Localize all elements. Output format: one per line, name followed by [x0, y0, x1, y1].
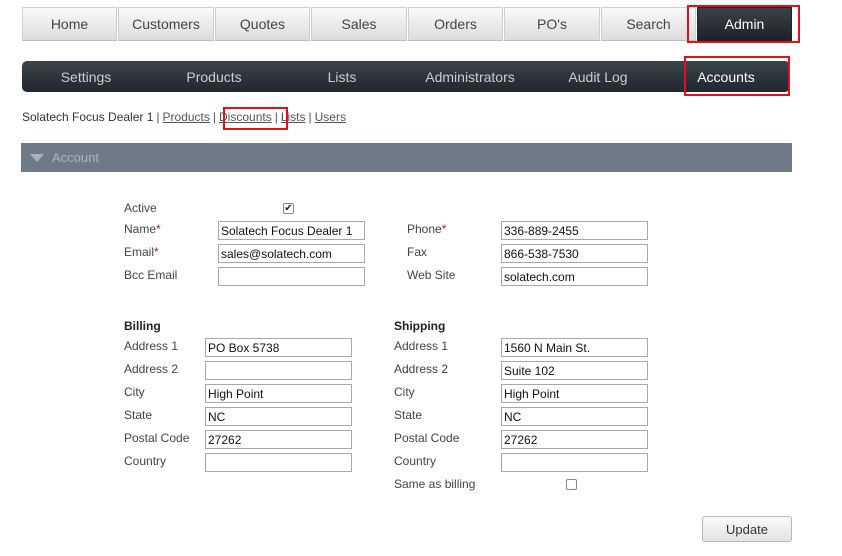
name-input[interactable]: [218, 221, 365, 240]
billing-address2-label: Address 2: [124, 362, 179, 376]
billing-address1-label: Address 1: [124, 339, 179, 353]
breadcrumb-link-lists[interactable]: Lists: [281, 110, 306, 124]
same-as-billing-checkbox[interactable]: [566, 479, 577, 490]
fax-input[interactable]: [501, 244, 648, 263]
email-input[interactable]: [218, 244, 365, 263]
billing-address1-input[interactable]: [205, 338, 352, 357]
shipping-postal-input[interactable]: [501, 430, 648, 449]
breadcrumb-separator: |: [274, 110, 278, 124]
bcc-email-input[interactable]: [218, 267, 365, 286]
top-nav: Home Customers Quotes Sales Orders PO's …: [22, 7, 793, 41]
checkmark-icon: ✔: [284, 202, 293, 214]
tab-customers[interactable]: Customers: [118, 7, 214, 41]
triangle-down-icon: [30, 153, 44, 162]
subnav-administrators[interactable]: Administrators: [406, 61, 534, 92]
billing-state-label: State: [124, 408, 153, 422]
breadcrumb: Solatech Focus Dealer 1 | Products | Discoun…: [22, 110, 346, 124]
billing-city-input[interactable]: [205, 384, 352, 403]
same-as-billing-label: Same as billing: [394, 477, 476, 491]
shipping-postal-label: Postal Code: [394, 431, 460, 445]
account-section-header[interactable]: Account: [21, 143, 792, 172]
shipping-state-label: State: [394, 408, 423, 422]
breadcrumb-separator: |: [212, 110, 217, 124]
name-label: Name*: [124, 222, 161, 236]
tab-search[interactable]: Search: [601, 7, 696, 41]
breadcrumb-link-products[interactable]: Products: [163, 110, 210, 124]
shipping-address2-label: Address 2: [394, 362, 449, 376]
tab-home[interactable]: Home: [22, 7, 117, 41]
tab-sales[interactable]: Sales: [311, 7, 407, 41]
shipping-address2-input[interactable]: [501, 361, 648, 380]
admin-sub-nav: Settings Products Lists Administrators A…: [22, 61, 790, 92]
subnav-lists[interactable]: Lists: [278, 61, 406, 92]
shipping-address1-label: Address 1: [394, 339, 449, 353]
update-button[interactable]: Update: [702, 516, 792, 542]
subnav-settings[interactable]: Settings: [22, 61, 150, 92]
section-title: Account: [52, 150, 99, 165]
shipping-country-label: Country: [394, 454, 437, 468]
subnav-audit-log[interactable]: Audit Log: [534, 61, 662, 92]
breadcrumb-link-discounts[interactable]: Discounts: [219, 110, 272, 124]
shipping-city-input[interactable]: [501, 384, 648, 403]
billing-title: Billing: [124, 319, 161, 333]
tab-quotes[interactable]: Quotes: [215, 7, 310, 41]
billing-postal-label: Postal Code: [124, 431, 190, 445]
breadcrumb-separator: |: [308, 110, 312, 124]
tab-orders[interactable]: Orders: [408, 7, 503, 41]
shipping-state-input[interactable]: [501, 407, 648, 426]
website-label: Web Site: [407, 268, 456, 282]
billing-address2-input[interactable]: [205, 361, 352, 380]
billing-city-label: City: [124, 385, 145, 399]
breadcrumb-link-users[interactable]: Users: [315, 110, 346, 124]
billing-state-input[interactable]: [205, 407, 352, 426]
tab-pos[interactable]: PO's: [504, 7, 600, 41]
shipping-title: Shipping: [394, 319, 446, 333]
tab-admin[interactable]: Admin: [697, 7, 792, 41]
phone-label: Phone*: [407, 222, 447, 236]
website-input[interactable]: [501, 267, 648, 286]
active-label: Active: [124, 201, 157, 215]
billing-country-input[interactable]: [205, 453, 352, 472]
fax-label: Fax: [407, 245, 428, 259]
shipping-city-label: City: [394, 385, 415, 399]
breadcrumb-separator: |: [156, 110, 160, 124]
billing-postal-input[interactable]: [205, 430, 352, 449]
phone-input[interactable]: [501, 221, 648, 240]
billing-country-label: Country: [124, 454, 167, 468]
active-checkbox[interactable]: ✔: [283, 203, 294, 214]
bcc-email-label: Bcc Email: [124, 268, 178, 282]
shipping-country-input[interactable]: [501, 453, 648, 472]
shipping-address1-input[interactable]: [501, 338, 648, 357]
subnav-products[interactable]: Products: [150, 61, 278, 92]
subnav-accounts[interactable]: Accounts: [662, 61, 790, 92]
breadcrumb-account: Solatech Focus Dealer 1: [22, 110, 154, 124]
email-label: Email*: [124, 245, 159, 259]
